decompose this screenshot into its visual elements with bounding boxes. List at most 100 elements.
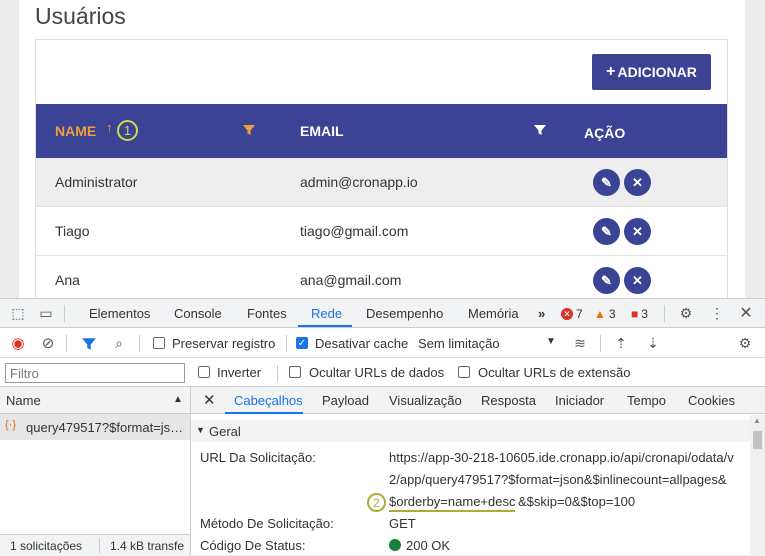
error-count[interactable]: ✕ 7 [561, 307, 583, 321]
row-name: Ana [55, 272, 80, 288]
table-header: NAME ↑ 1 EMAIL AÇÃO [36, 104, 727, 158]
warning-count[interactable]: ▲ 3 [594, 307, 616, 321]
tab-console[interactable]: Console [174, 306, 222, 321]
disable-cache-checkbox[interactable]: ✓ [296, 337, 308, 349]
close-icon[interactable]: ✕ [738, 305, 754, 322]
throttling-select[interactable]: Sem limitação [418, 336, 500, 351]
device-toolbar-icon[interactable]: ▭ [38, 305, 54, 321]
preserve-log-checkbox[interactable] [153, 337, 165, 349]
close-icon[interactable]: ✕ [203, 391, 216, 409]
edit-button[interactable]: ✎ [593, 267, 620, 294]
scrollbar[interactable]: ▲ [750, 415, 765, 556]
inspect-element-icon[interactable]: ⬚ [10, 305, 26, 321]
add-button[interactable]: + ADICIONAR [592, 54, 711, 90]
tab-memoria[interactable]: Memória [468, 306, 519, 321]
scroll-up-icon[interactable]: ▲ [753, 416, 761, 425]
delete-button[interactable]: ✕ [624, 218, 651, 245]
warning-count-value: 3 [608, 307, 616, 321]
row-email: ana@gmail.com [300, 272, 402, 288]
sort-ascending-icon[interactable]: ↑ [106, 120, 113, 135]
tab-fontes[interactable]: Fontes [247, 306, 287, 321]
page-title: Usuários [35, 3, 126, 29]
tab-rede[interactable]: Rede [311, 306, 342, 321]
app-area: Usuários + ADICIONAR NAME ↑ 1 EMAIL AÇÃO… [0, 0, 765, 301]
issues-count[interactable]: ■ 3 [631, 307, 648, 321]
filter-input[interactable] [5, 363, 185, 383]
devtools-panel: ⬚ ▭ Elementos Console Fontes Rede Desemp… [0, 298, 765, 556]
hide-data-urls-label: Ocultar URLs de dados [309, 365, 445, 380]
request-list-header[interactable]: Name ▲ [0, 387, 190, 414]
edit-button[interactable]: ✎ [593, 169, 620, 196]
import-icon[interactable]: ⇡ [613, 335, 629, 351]
name-column-header: Name [6, 393, 41, 408]
json-file-icon: {·} [5, 419, 17, 431]
tab-timing[interactable]: Tempo [627, 393, 666, 408]
tab-desempenho[interactable]: Desempenho [366, 306, 443, 321]
details-tabbar: ✕ Cabeçalhos Payload Visualização Respos… [191, 387, 765, 414]
request-item[interactable]: {·} query479517?$format=js… [0, 414, 190, 440]
hide-ext-urls-label: Ocultar URLs de extensão [478, 365, 631, 380]
devtools-tabbar: ⬚ ▭ Elementos Console Fontes Rede Desemp… [0, 299, 765, 328]
scrollbar-thumb[interactable] [753, 431, 762, 449]
divider [664, 305, 665, 322]
tab-preview[interactable]: Visualização [389, 393, 462, 408]
request-method-value: GET [389, 516, 416, 531]
request-list: Name ▲ {·} query479517?$format=js… 1 sol… [0, 387, 191, 556]
request-url-line: https://app-30-218-10605.ide.cronapp.io/… [389, 450, 734, 465]
table-row[interactable]: Ana ana@gmail.com ✎ ✕ [36, 256, 727, 300]
settings-icon[interactable]: ⚙ [678, 305, 694, 321]
hide-ext-urls-checkbox[interactable] [458, 366, 470, 378]
request-details: ✕ Cabeçalhos Payload Visualização Respos… [191, 387, 765, 556]
network-conditions-icon[interactable]: ≋ [572, 335, 588, 351]
section-title: Geral [209, 424, 241, 439]
column-name-header[interactable]: NAME [55, 123, 96, 139]
general-section-header[interactable]: ▼ Geral [191, 420, 751, 442]
network-toolbar: ◉ ⊘ ⌕ Preservar registro ✓ Desativar cac… [0, 329, 765, 358]
column-email-header[interactable]: EMAIL [300, 123, 344, 139]
delete-button[interactable]: ✕ [624, 169, 651, 196]
add-button-label: ADICIONAR [617, 64, 697, 80]
request-count: 1 solicitações [10, 539, 83, 553]
edit-button[interactable]: ✎ [593, 218, 620, 245]
tab-initiator[interactable]: Iniciador [555, 393, 604, 408]
status-ok-icon [389, 539, 401, 551]
tab-elementos[interactable]: Elementos [89, 306, 150, 321]
filter-icon[interactable] [81, 336, 97, 352]
clear-icon[interactable]: ⊘ [40, 335, 56, 352]
users-card: + ADICIONAR NAME ↑ 1 EMAIL AÇÃO Administ… [35, 39, 728, 301]
invert-checkbox[interactable] [198, 366, 210, 378]
status-code-value: 200 OK [406, 538, 451, 553]
plus-icon: + [606, 63, 616, 80]
settings-icon[interactable]: ⚙ [737, 335, 753, 351]
search-icon[interactable]: ⌕ [111, 335, 127, 351]
row-name: Administrator [55, 174, 138, 190]
tab-response[interactable]: Resposta [481, 393, 536, 408]
request-url-line: 2/app/query479517?$format=json&$inlineco… [389, 472, 727, 487]
more-tabs-icon[interactable]: » [538, 306, 545, 321]
divider [139, 335, 140, 352]
tab-headers[interactable]: Cabeçalhos [234, 393, 303, 408]
divider [286, 335, 287, 352]
more-options-icon[interactable]: ⋮ [709, 305, 725, 321]
table-row[interactable]: Tiago tiago@gmail.com ✎ ✕ [36, 207, 727, 256]
tab-cookies[interactable]: Cookies [688, 393, 735, 408]
status-code-label: Código De Status: [200, 538, 306, 553]
hide-data-urls-checkbox[interactable] [289, 366, 301, 378]
tab-payload[interactable]: Payload [322, 393, 369, 408]
issues-count-value: 3 [641, 307, 648, 321]
annotation-badge-1: 1 [117, 120, 138, 141]
filter-icon[interactable] [242, 123, 256, 137]
divider [64, 305, 65, 322]
table-row[interactable]: Administrator admin@cronapp.io ✎ ✕ [36, 158, 727, 207]
close-icon: ✕ [632, 174, 643, 190]
triangle-down-icon: ▼ [196, 425, 205, 435]
delete-button[interactable]: ✕ [624, 267, 651, 294]
content-panel: Usuários + ADICIONAR NAME ↑ 1 EMAIL AÇÃO… [19, 0, 745, 301]
orderby-highlight: $orderby=name+desc [389, 494, 516, 512]
chevron-down-icon[interactable]: ▼ [546, 336, 556, 347]
record-icon[interactable]: ◉ [10, 335, 26, 352]
active-tab-indicator [298, 325, 352, 327]
filter-icon[interactable] [533, 123, 547, 137]
error-count-value: 7 [576, 307, 583, 321]
export-icon[interactable]: ⇣ [645, 335, 661, 351]
